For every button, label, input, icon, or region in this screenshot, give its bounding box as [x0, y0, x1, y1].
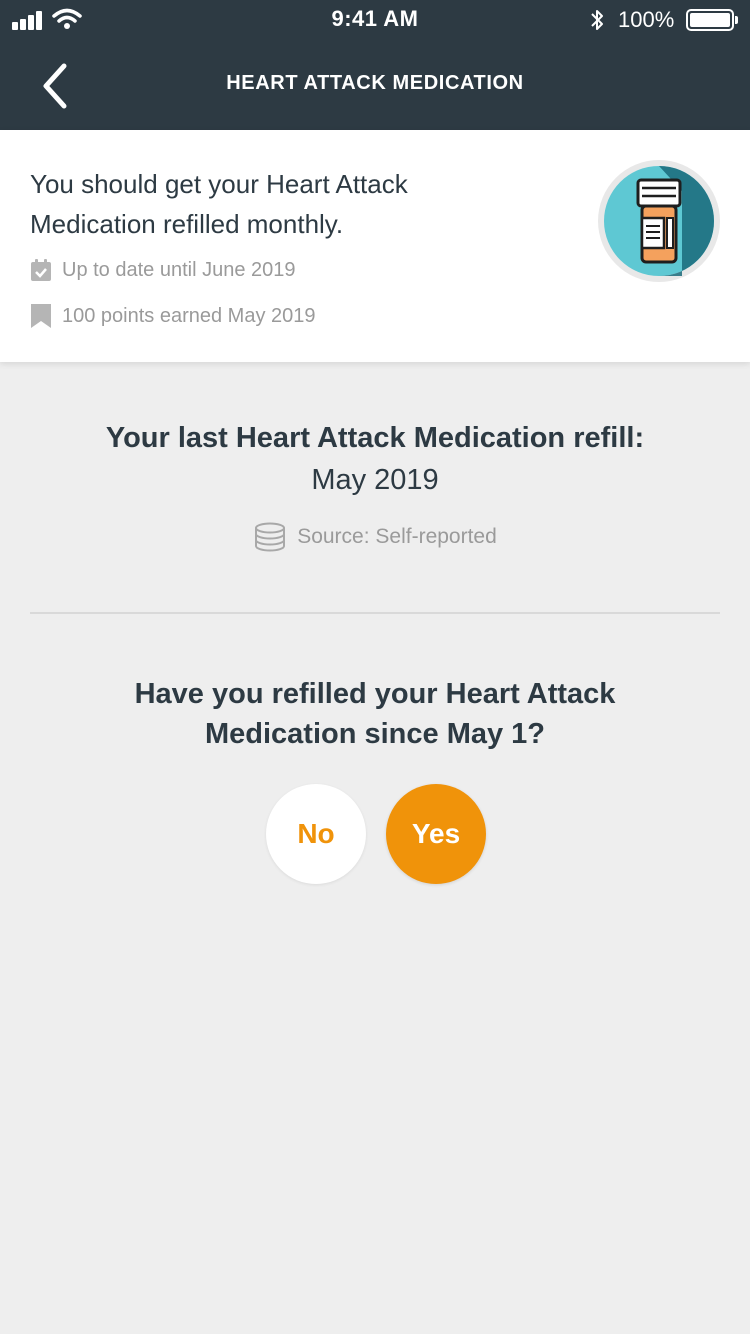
refill-question: Have you refilled your Heart Attack Medi… [134, 678, 616, 750]
battery-percent: 100% [618, 7, 675, 32]
page-title: HEART ATTACK MEDICATION [226, 72, 524, 94]
status-bar: 9:41 AM 100% [0, 0, 750, 40]
no-button[interactable]: No [266, 784, 366, 884]
points-row: 100 points earned May 2019 [30, 304, 316, 328]
last-refill-date: May 2019 [311, 464, 439, 496]
section-divider [30, 612, 720, 614]
database-icon [255, 522, 286, 552]
status-text: Up to date until June 2019 [62, 258, 296, 281]
summary-text: You should get your Heart Attack Medicat… [30, 169, 408, 239]
calendar-check-icon [31, 259, 51, 281]
source-row: Source: Self-reported [0, 522, 750, 552]
source-text: Source: Self-reported [297, 525, 497, 548]
points-text: 100 points earned May 2019 [62, 304, 316, 327]
summary-card: You should get your Heart Attack Medicat… [0, 130, 750, 362]
last-refill-title: Your last Heart Attack Medication refill… [105, 422, 645, 454]
status-row: Up to date until June 2019 [30, 258, 296, 282]
medication-badge [598, 160, 720, 282]
bluetooth-icon [591, 10, 603, 30]
pill-bottle-icon [604, 166, 714, 276]
bookmark-icon [31, 304, 51, 328]
app-header: 9:41 AM 100% HEART ATTACK MEDICATION [0, 0, 750, 130]
battery-icon [686, 9, 738, 31]
yes-button[interactable]: Yes [386, 784, 486, 884]
